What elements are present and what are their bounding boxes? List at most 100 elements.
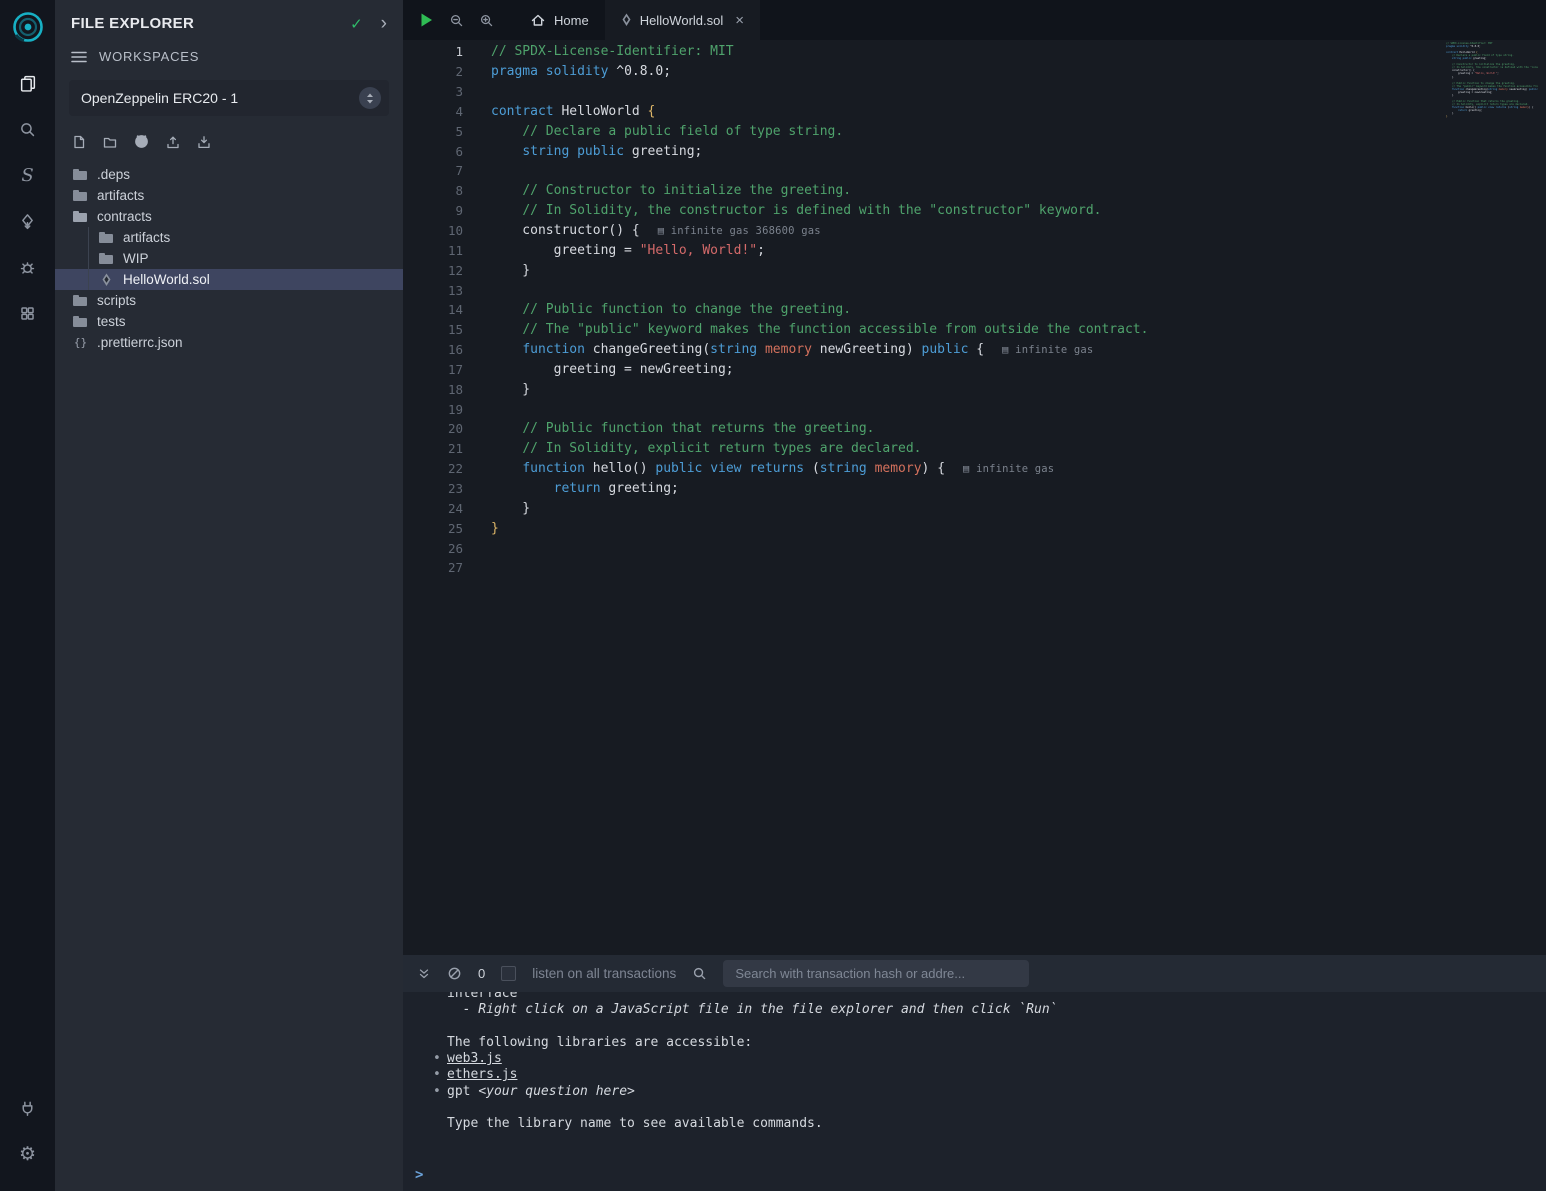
folder-icon [98, 251, 115, 266]
token: hello() [585, 461, 655, 476]
line-number: 19 [403, 402, 463, 417]
token: function [522, 342, 585, 357]
code-line: 11 greeting = "Hello, World!"; [403, 240, 1532, 260]
gas-estimate-widget[interactable]: ▤ infinite gas [1002, 344, 1093, 356]
token [491, 322, 522, 337]
code-line: 20 // Public function that returns the g… [403, 419, 1532, 439]
terminal-text: The following libraries are accessible: [447, 1035, 752, 1050]
terminal-line [403, 1019, 1546, 1035]
token [702, 461, 710, 476]
settings-gear-icon[interactable]: ⚙ [11, 1137, 45, 1171]
close-tab-icon[interactable]: × [735, 12, 744, 29]
token [491, 481, 554, 496]
file-row-scripts[interactable]: scripts [55, 290, 403, 311]
github-icon[interactable] [133, 133, 150, 150]
file-explorer-icon[interactable] [11, 66, 45, 100]
terminal-search-input[interactable] [723, 960, 1029, 987]
plugin-manager-icon[interactable] [11, 296, 45, 330]
file-row-artifacts[interactable]: artifacts [55, 185, 403, 206]
run-script-icon[interactable] [419, 12, 434, 28]
terminal-search-icon [692, 966, 707, 981]
terminal-link[interactable]: web3.js [447, 1051, 502, 1066]
hamburger-menu-icon[interactable] [71, 51, 87, 63]
token: // Public function to change the greetin… [522, 302, 851, 317]
terminal-line: •web3.js [403, 1051, 1546, 1067]
search-icon[interactable] [11, 112, 45, 146]
token: public [577, 144, 624, 159]
terminal-line: The following libraries are accessible: [403, 1035, 1546, 1051]
code-line: 27 [403, 558, 1532, 578]
file-row-helloworld-sol[interactable]: HelloWorld.sol [55, 269, 403, 290]
line-number: 7 [403, 163, 463, 178]
line-number: 1 [403, 44, 463, 59]
chevron-right-icon[interactable]: › [381, 14, 387, 33]
line-number: 4 [403, 104, 463, 119]
token: } [491, 521, 499, 536]
zoom-out-icon[interactable] [449, 13, 464, 28]
file-label: .deps [97, 167, 130, 182]
plug-icon[interactable] [11, 1091, 45, 1125]
terminal-line: - Right click on a JavaScript file in th… [403, 1002, 1546, 1018]
token: greeting; [601, 481, 679, 496]
tab-helloworld-sol[interactable]: HelloWorld.sol × [605, 0, 760, 40]
token: public [922, 342, 969, 357]
code-text: // The "public" keyword makes the functi… [491, 322, 1148, 337]
clear-console-icon[interactable] [447, 966, 462, 981]
terminal-collapse-icon[interactable] [417, 967, 431, 981]
code-text: } [491, 521, 499, 536]
terminal-toolbar: 0 listen on all transactions [403, 955, 1546, 992]
token: ) { [922, 461, 945, 476]
file-row-contracts[interactable]: contracts [55, 206, 403, 227]
token [491, 421, 522, 436]
file-row-tests[interactable]: tests [55, 311, 403, 332]
tab-home[interactable]: Home [514, 0, 605, 40]
line-number: 13 [403, 283, 463, 298]
code-text: // SPDX-License-Identifier: MIT [491, 44, 734, 59]
listen-transactions-checkbox[interactable] [501, 966, 516, 981]
debugger-icon[interactable] [11, 250, 45, 284]
terminal-panel: 0 listen on all transactions interface -… [403, 955, 1546, 1191]
file-label: scripts [97, 293, 136, 308]
token: string [820, 461, 867, 476]
gas-estimate-widget[interactable]: ▤ infinite gas [963, 463, 1054, 475]
transaction-count-badge: 0 [478, 966, 485, 981]
import-icon[interactable] [196, 134, 212, 150]
file-row--deps[interactable]: .deps [55, 164, 403, 185]
workspaces-label: WORKSPACES [99, 49, 199, 64]
new-folder-icon[interactable] [102, 134, 118, 150]
token: { [968, 342, 984, 357]
remix-logo-icon[interactable] [9, 8, 47, 46]
terminal-text: gpt [447, 1084, 478, 1099]
workspace-selector[interactable]: OpenZeppelin ERC20 - 1 [69, 80, 389, 116]
terminal-link[interactable]: ethers.js [447, 1067, 517, 1082]
token: greeting = newGreeting; [491, 362, 734, 377]
code-line: 15 // The "public" keyword makes the fun… [403, 320, 1532, 340]
file-label: WIP [123, 251, 149, 266]
new-file-icon[interactable] [71, 134, 87, 150]
terminal-prompt[interactable]: > [415, 1167, 423, 1183]
folder-open-icon [72, 209, 89, 224]
code-editor[interactable]: 1// SPDX-License-Identifier: MIT2pragma … [403, 40, 1532, 955]
file-row--prettierrc-json[interactable]: {}.prettierrc.json [55, 332, 403, 353]
token: view [710, 461, 741, 476]
code-line: 1 // SPDX-License-Identifier: MIT [403, 42, 1532, 62]
workspace-switch-icon[interactable] [359, 87, 381, 109]
file-row-wip[interactable]: WIP [55, 248, 403, 269]
token: } [491, 501, 530, 516]
gas-estimate-widget[interactable]: ▤ infinite gas 368600 gas [658, 225, 821, 237]
code-text: pragma solidity ^0.8.0; [491, 64, 671, 79]
token: greeting = [491, 243, 640, 258]
zoom-in-icon[interactable] [479, 13, 494, 28]
line-number: 9 [403, 203, 463, 218]
token: memory [875, 461, 922, 476]
upload-icon[interactable] [165, 134, 181, 150]
deploy-run-icon[interactable] [11, 204, 45, 238]
file-row-artifacts[interactable]: artifacts [55, 227, 403, 248]
token: // In Solidity, the constructor is defin… [522, 203, 1101, 218]
code-line: 3 [403, 82, 1532, 102]
terminal-text: <your question here> [478, 1084, 635, 1099]
token: function [522, 461, 585, 476]
solidity-compiler-icon[interactable]: S [11, 158, 45, 192]
token: // Public function that returns the gree… [522, 421, 874, 436]
terminal-output[interactable]: interface - Right click on a JavaScript … [403, 986, 1546, 1149]
